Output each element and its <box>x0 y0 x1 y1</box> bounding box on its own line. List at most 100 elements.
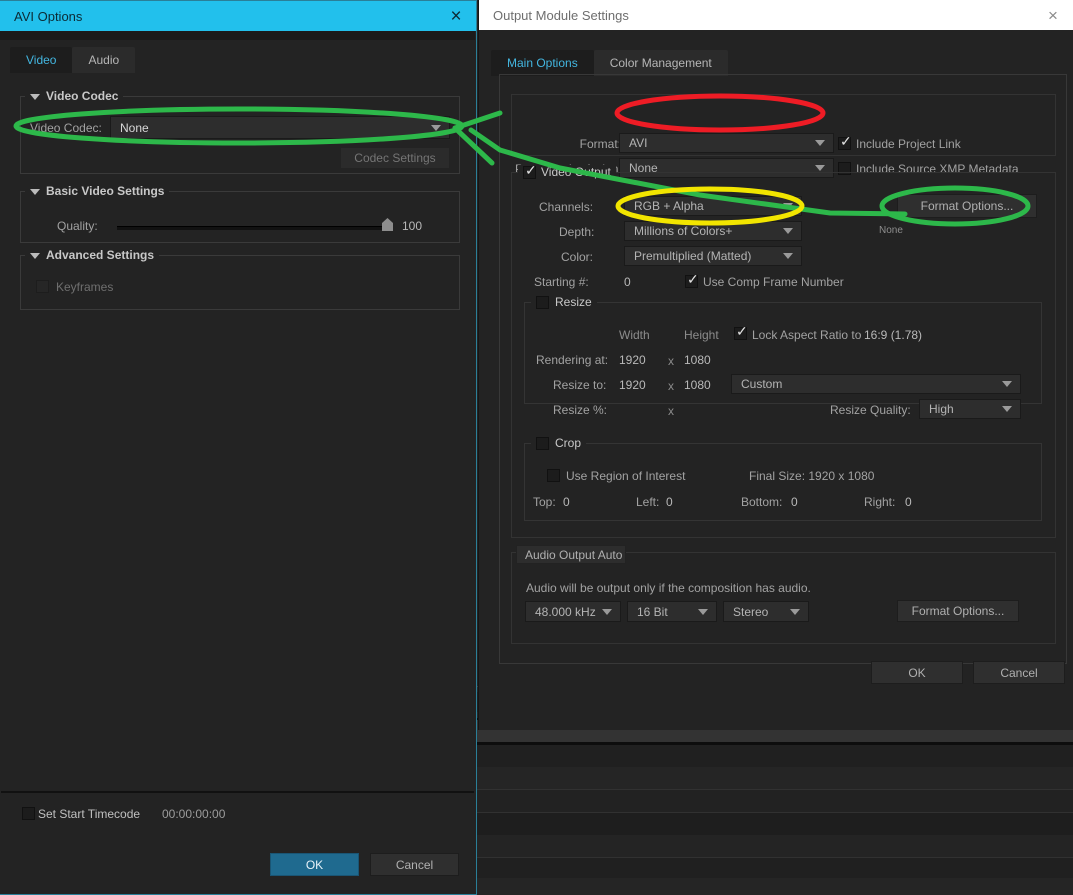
depth-select[interactable]: Millions of Colors+ <box>624 221 802 241</box>
resize-height-header: Height <box>684 328 719 342</box>
rendering-at-height: 1080 <box>684 353 711 367</box>
channels-select[interactable]: RGB + Alpha <box>624 196 802 216</box>
codec-settings-button: Codec Settings <box>340 147 450 169</box>
start-timecode-value[interactable]: 00:00:00:00 <box>162 807 225 821</box>
resize-group-header: Resize <box>531 295 597 309</box>
crop-bottom-value[interactable]: 0 <box>791 495 798 509</box>
resize-quality-value: High <box>929 402 954 416</box>
chevron-down-icon <box>790 608 800 615</box>
set-start-timecode-label: Set Start Timecode <box>38 807 141 821</box>
chevron-down-icon <box>815 140 825 146</box>
chevron-down-icon <box>30 188 40 195</box>
video-codec-select[interactable]: None <box>110 116 450 139</box>
chevron-down-icon <box>1002 381 1012 387</box>
format-value: AVI <box>629 136 648 150</box>
avi-cancel-button[interactable]: Cancel <box>370 853 459 876</box>
video-format-options-status: None <box>879 225 903 236</box>
quality-slider-track[interactable] <box>117 226 392 230</box>
resize-to-height[interactable]: 1080 <box>684 378 711 392</box>
close-icon[interactable]: × <box>436 1 476 31</box>
audio-channels-select[interactable]: Stereo <box>723 601 809 622</box>
resize-checkbox[interactable] <box>536 295 549 309</box>
crop-top-value[interactable]: 0 <box>563 495 570 509</box>
crop-bottom-label: Bottom: <box>741 495 783 509</box>
avi-options-window: AVI Options × Video Audio Video Codec Vi… <box>0 0 477 895</box>
video-format-options-button[interactable]: Format Options... <box>897 194 1037 218</box>
video-codec-group-header[interactable]: Video Codec <box>25 89 124 103</box>
format-select[interactable]: AVI <box>619 133 834 153</box>
audio-output-note: Audio will be output only if the composi… <box>526 581 811 595</box>
starting-number-value[interactable]: 0 <box>624 275 631 289</box>
output-cancel-button[interactable]: Cancel <box>973 661 1065 684</box>
tab-color-management[interactable]: Color Management <box>593 50 728 76</box>
crop-left-label: Left: <box>636 495 660 509</box>
resize-quality-select[interactable]: High <box>919 399 1021 419</box>
resize-label: Resize <box>555 295 592 309</box>
color-select[interactable]: Premultiplied (Matted) <box>624 246 802 266</box>
lock-aspect-ratio-label: Lock Aspect Ratio to <box>752 328 862 342</box>
audio-output-mode-select[interactable]: Audio Output Auto <box>516 545 626 564</box>
channels-label: Channels: <box>539 200 594 214</box>
crop-group-header: Crop <box>531 436 587 450</box>
avi-cancel-label: Cancel <box>395 857 434 872</box>
advanced-settings-header[interactable]: Advanced Settings <box>25 248 160 262</box>
crop-left-value[interactable]: 0 <box>666 495 673 509</box>
video-output-label: Video Output <box>541 165 611 179</box>
video-output-group-header: Video Output <box>518 163 616 179</box>
video-format-options-label: Format Options... <box>920 199 1014 213</box>
set-start-timecode-checkbox[interactable] <box>22 807 35 820</box>
basic-video-settings-header[interactable]: Basic Video Settings <box>25 184 170 198</box>
channels-value: RGB + Alpha <box>634 199 704 213</box>
avi-ok-label: OK <box>305 857 324 872</box>
avi-ok-button[interactable]: OK <box>270 853 359 876</box>
color-label: Color: <box>561 250 594 264</box>
basic-video-settings-group: Basic Video Settings <box>20 184 460 243</box>
quality-label: Quality: <box>57 219 98 233</box>
audio-format-options-button[interactable]: Format Options... <box>897 600 1019 622</box>
audio-rate-select[interactable]: 48.000 kHz <box>525 601 621 622</box>
crop-label: Crop <box>555 436 582 450</box>
include-project-link-label: Include Project Link <box>856 137 961 151</box>
codec-settings-label: Codec Settings <box>354 151 436 165</box>
resize-percent-label: Resize %: <box>553 403 608 417</box>
audio-output-group: Audio Output Auto <box>511 545 1056 644</box>
keyframes-checkbox <box>36 280 49 293</box>
video-codec-group-title: Video Codec <box>46 89 119 103</box>
use-comp-frame-number-checkbox[interactable] <box>685 272 699 288</box>
resize-width-header: Width <box>619 328 650 342</box>
crop-right-value[interactable]: 0 <box>905 495 912 509</box>
chevron-down-icon <box>698 608 708 615</box>
tab-video[interactable]: Video <box>10 47 73 73</box>
quality-value: 100 <box>402 219 423 233</box>
audio-depth-select[interactable]: 16 Bit <box>627 601 717 622</box>
use-comp-frame-number-label: Use Comp Frame Number <box>703 275 844 289</box>
close-icon[interactable]: × <box>1033 0 1073 30</box>
audio-output-mode-label: Audio Output Auto <box>525 547 623 562</box>
audio-format-options-label: Format Options... <box>911 604 1005 618</box>
resize-preset-select[interactable]: Custom <box>731 374 1021 394</box>
crop-top-label: Top: <box>533 495 556 509</box>
resize-to-width[interactable]: 1920 <box>619 378 646 392</box>
lock-aspect-ratio-checkbox[interactable] <box>734 324 748 340</box>
audio-rate-value: 48.000 kHz <box>535 604 596 619</box>
output-ok-button[interactable]: OK <box>871 661 963 684</box>
resize-x-separator: x <box>668 379 674 393</box>
chevron-down-icon <box>602 608 612 615</box>
use-region-of-interest-checkbox[interactable] <box>547 469 560 482</box>
resize-x-separator: x <box>668 404 674 418</box>
avi-options-body: Video Audio Video Codec Video Codec: Non… <box>0 31 475 894</box>
tab-main-options[interactable]: Main Options <box>491 50 594 76</box>
footer-divider <box>1 791 474 793</box>
chevron-down-icon <box>815 165 825 171</box>
chevron-down-icon <box>30 93 40 100</box>
resize-to-label: Resize to: <box>553 378 607 392</box>
crop-right-label: Right: <box>864 495 896 509</box>
use-region-of-interest-label: Use Region of Interest <box>566 469 686 483</box>
tab-audio[interactable]: Audio <box>72 47 136 73</box>
rendering-at-width: 1920 <box>619 353 646 367</box>
video-codec-value: None <box>120 120 149 135</box>
crop-checkbox[interactable] <box>536 436 549 450</box>
output-cancel-label: Cancel <box>1000 665 1038 680</box>
video-output-checkbox[interactable] <box>523 163 537 179</box>
include-project-link-checkbox[interactable] <box>838 134 852 150</box>
